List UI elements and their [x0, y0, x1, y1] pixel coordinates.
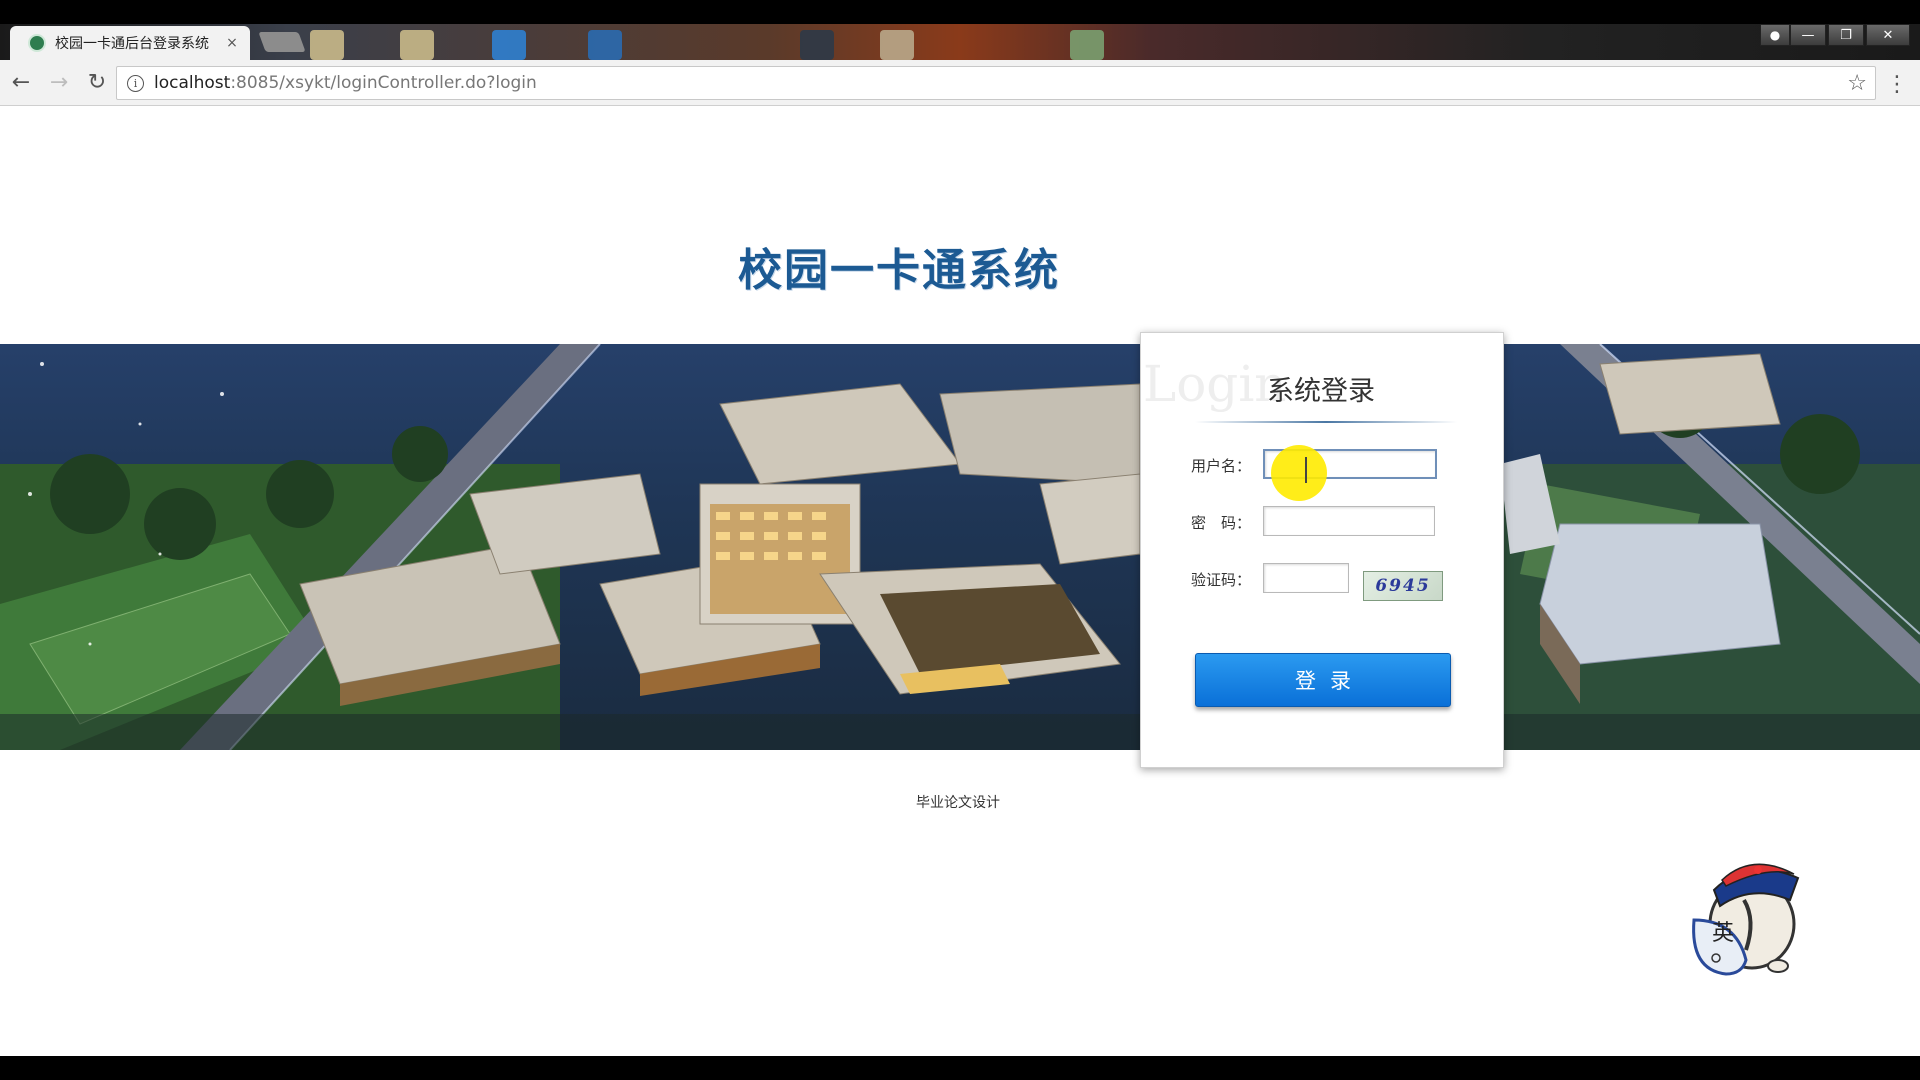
footer-text: 毕业论文设计	[916, 795, 1000, 811]
address-bar[interactable]: i localhost :8085/xsykt/loginController.…	[116, 66, 1876, 100]
site-favicon-icon	[28, 34, 46, 52]
url-host: localhost	[154, 73, 231, 93]
password-input[interactable]	[1263, 506, 1435, 536]
username-label: 用户名：	[1191, 457, 1252, 475]
login-watermark: Login	[1143, 355, 1287, 413]
tab-strip: 校园一卡通后台登录系统 ×	[0, 24, 1920, 60]
window-top-edge	[0, 0, 1920, 24]
desktop-folder-icon	[880, 30, 914, 60]
window-controls: — ❐ ✕	[1790, 24, 1910, 46]
tab-title: 校园一卡通后台登录系统	[55, 36, 209, 52]
url-path: :8085/xsykt/loginController.do?login	[230, 73, 537, 93]
new-tab-button[interactable]	[258, 32, 306, 52]
browser-menu-icon[interactable]: ⋮	[1886, 72, 1908, 97]
text-cursor-icon	[1305, 457, 1307, 483]
desktop-app-icon	[492, 30, 526, 60]
reload-icon[interactable]: ↻	[80, 66, 114, 100]
campus-banner-image	[0, 344, 1920, 750]
mascot-badge-char: 英	[1712, 921, 1734, 946]
login-button[interactable]: 登录	[1195, 653, 1451, 707]
captcha-image[interactable]: 6945	[1363, 571, 1443, 601]
login-heading: 系统登录	[1267, 376, 1375, 407]
window-close-icon[interactable]: ✕	[1866, 24, 1910, 46]
login-page: 校园一卡通系统 Login 系统登录 用户名： 密 码： 验证码： 6945 登…	[0, 106, 1920, 1056]
browser-toolbar: ← → ↻ i localhost :8085/xsykt/loginContr…	[0, 60, 1920, 106]
tab-close-icon[interactable]: ×	[224, 35, 240, 51]
password-label: 密 码：	[1191, 514, 1252, 532]
login-panel: Login 系统登录 用户名： 密 码： 验证码： 6945 登录	[1140, 332, 1504, 768]
heading-divider	[1195, 421, 1457, 423]
desktop-folder-icon	[310, 30, 344, 60]
restore-icon[interactable]: ❐	[1828, 24, 1864, 46]
bookmark-star-icon[interactable]: ☆	[1847, 71, 1867, 96]
minimize-icon[interactable]: —	[1790, 24, 1826, 46]
captcha-input[interactable]	[1263, 563, 1349, 593]
forward-arrow-icon[interactable]: →	[42, 66, 76, 100]
window-bottom-edge	[0, 1056, 1920, 1080]
captcha-label: 验证码：	[1191, 571, 1252, 589]
desktop-folder-icon	[400, 30, 434, 60]
mascot-image: 英	[1686, 850, 1810, 980]
desktop-app-icon	[588, 30, 622, 60]
browser-tab[interactable]: 校园一卡通后台登录系统 ×	[10, 26, 250, 60]
profile-icon[interactable]: ●	[1760, 24, 1790, 46]
desktop-app-icon	[1070, 30, 1104, 60]
desktop-app-icon	[800, 30, 834, 60]
cursor-highlight	[1271, 445, 1327, 501]
site-info-icon[interactable]: i	[127, 74, 144, 92]
back-arrow-icon[interactable]: ←	[4, 66, 38, 100]
page-title: 校园一卡通系统	[738, 245, 1060, 296]
